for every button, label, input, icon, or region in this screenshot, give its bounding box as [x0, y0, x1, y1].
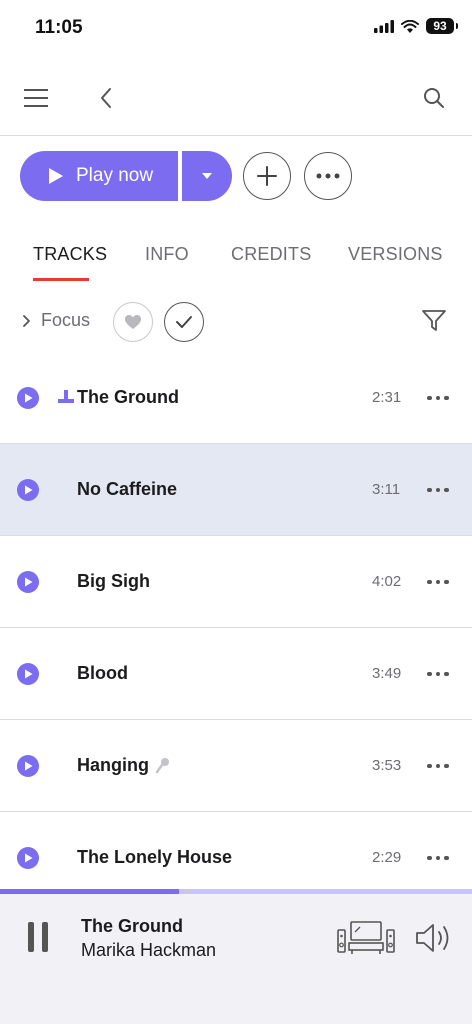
- track-play-icon[interactable]: [17, 663, 39, 685]
- status-bar: 11:05 93: [0, 0, 472, 56]
- volume-button[interactable]: [414, 922, 454, 954]
- back-button[interactable]: [86, 78, 126, 118]
- track-more-button[interactable]: [418, 847, 458, 869]
- menu-button[interactable]: [16, 78, 56, 118]
- now-playing-artist: Marika Hackman: [81, 940, 217, 960]
- now-playing-title: The Ground: [81, 916, 183, 936]
- track-play-icon[interactable]: [17, 755, 39, 777]
- filter-icon: [422, 310, 446, 331]
- chevron-left-icon: [101, 88, 111, 108]
- hamburger-menu-icon: [24, 89, 48, 107]
- track-title: Hanging: [77, 755, 149, 775]
- caret-down-icon: [202, 173, 212, 179]
- track-duration: 3:53: [372, 757, 402, 774]
- search-icon: [424, 88, 444, 108]
- status-time: 11:05: [35, 17, 83, 38]
- focus-row: Focus: [0, 300, 472, 344]
- tab-bar: TRACKS INFO CREDITS VERSIONS: [0, 240, 472, 284]
- track-more-button[interactable]: [418, 479, 458, 501]
- action-row: Play now: [20, 151, 460, 201]
- tab-credits[interactable]: CREDITS: [231, 244, 311, 265]
- checkmark-icon: [176, 316, 192, 328]
- favorite-button[interactable]: [113, 302, 153, 342]
- track-row[interactable]: Big Sigh 4:02: [0, 536, 472, 628]
- track-row[interactable]: The Lonely House 2:29: [0, 812, 472, 890]
- now-playing-icon: [58, 390, 74, 403]
- ellipsis-icon: [316, 173, 340, 179]
- more-options-button[interactable]: [304, 152, 352, 200]
- focus-label: Focus: [41, 310, 91, 330]
- add-button[interactable]: [243, 152, 291, 200]
- tab-info[interactable]: INFO: [145, 244, 189, 265]
- track-play-icon[interactable]: [17, 847, 39, 869]
- plus-icon: [257, 166, 277, 186]
- mini-player: The Ground Marika Hackman: [0, 894, 472, 1024]
- output-device-button[interactable]: [336, 918, 396, 958]
- track-more-button[interactable]: [418, 387, 458, 409]
- filter-button[interactable]: [420, 308, 450, 338]
- battery-indicator: 93: [426, 18, 458, 34]
- chevron-right-icon: [23, 314, 30, 327]
- tab-tracks[interactable]: TRACKS: [33, 244, 107, 265]
- track-play-icon[interactable]: [17, 387, 39, 409]
- track-title: No Caffeine: [77, 479, 178, 499]
- track-row[interactable]: The Ground 2:31: [0, 352, 472, 444]
- microphone-icon: [155, 758, 169, 774]
- track-title: Big Sigh: [77, 571, 150, 591]
- play-icon: [49, 168, 63, 184]
- track-list: The Ground 2:31 No Caffeine 3:11 Big Sig…: [0, 352, 472, 890]
- track-duration: 3:11: [372, 481, 401, 498]
- play-now-button[interactable]: Play now: [20, 151, 178, 201]
- home-theater-icon: [337, 921, 395, 954]
- track-duration: 4:02: [372, 573, 402, 590]
- track-duration: 2:31: [372, 389, 402, 406]
- track-title-wrap: Hanging: [77, 755, 171, 776]
- tab-versions[interactable]: VERSIONS: [348, 244, 443, 265]
- track-play-icon[interactable]: [17, 479, 39, 501]
- track-row[interactable]: Blood 3:49: [0, 628, 472, 720]
- track-more-button[interactable]: [418, 571, 458, 593]
- heart-icon: [125, 315, 141, 329]
- track-duration: 3:49: [372, 665, 402, 682]
- status-icons: 93: [374, 18, 458, 34]
- active-tab-indicator: [33, 278, 89, 281]
- nav-bar: [0, 60, 472, 136]
- track-title: The Ground: [77, 387, 179, 407]
- track-play-icon[interactable]: [17, 571, 39, 593]
- track-title: Blood: [77, 663, 128, 683]
- focus-toggle[interactable]: Focus: [22, 310, 90, 331]
- wifi-icon: [401, 19, 419, 33]
- track-title: The Lonely House: [77, 847, 233, 867]
- pause-icon: [28, 922, 34, 952]
- speaker-volume-icon: [416, 924, 449, 952]
- play-now-label: Play now: [76, 165, 154, 186]
- track-duration: 2:29: [372, 849, 402, 866]
- track-more-button[interactable]: [418, 663, 458, 685]
- pause-button[interactable]: [28, 922, 52, 954]
- cellular-signal-icon: [374, 19, 394, 33]
- track-row[interactable]: No Caffeine 3:11: [0, 444, 472, 536]
- search-button[interactable]: [414, 78, 454, 118]
- track-row[interactable]: Hanging 3:53: [0, 720, 472, 812]
- track-more-button[interactable]: [418, 755, 458, 777]
- mark-checked-button[interactable]: [164, 302, 204, 342]
- play-options-dropdown[interactable]: [182, 151, 232, 201]
